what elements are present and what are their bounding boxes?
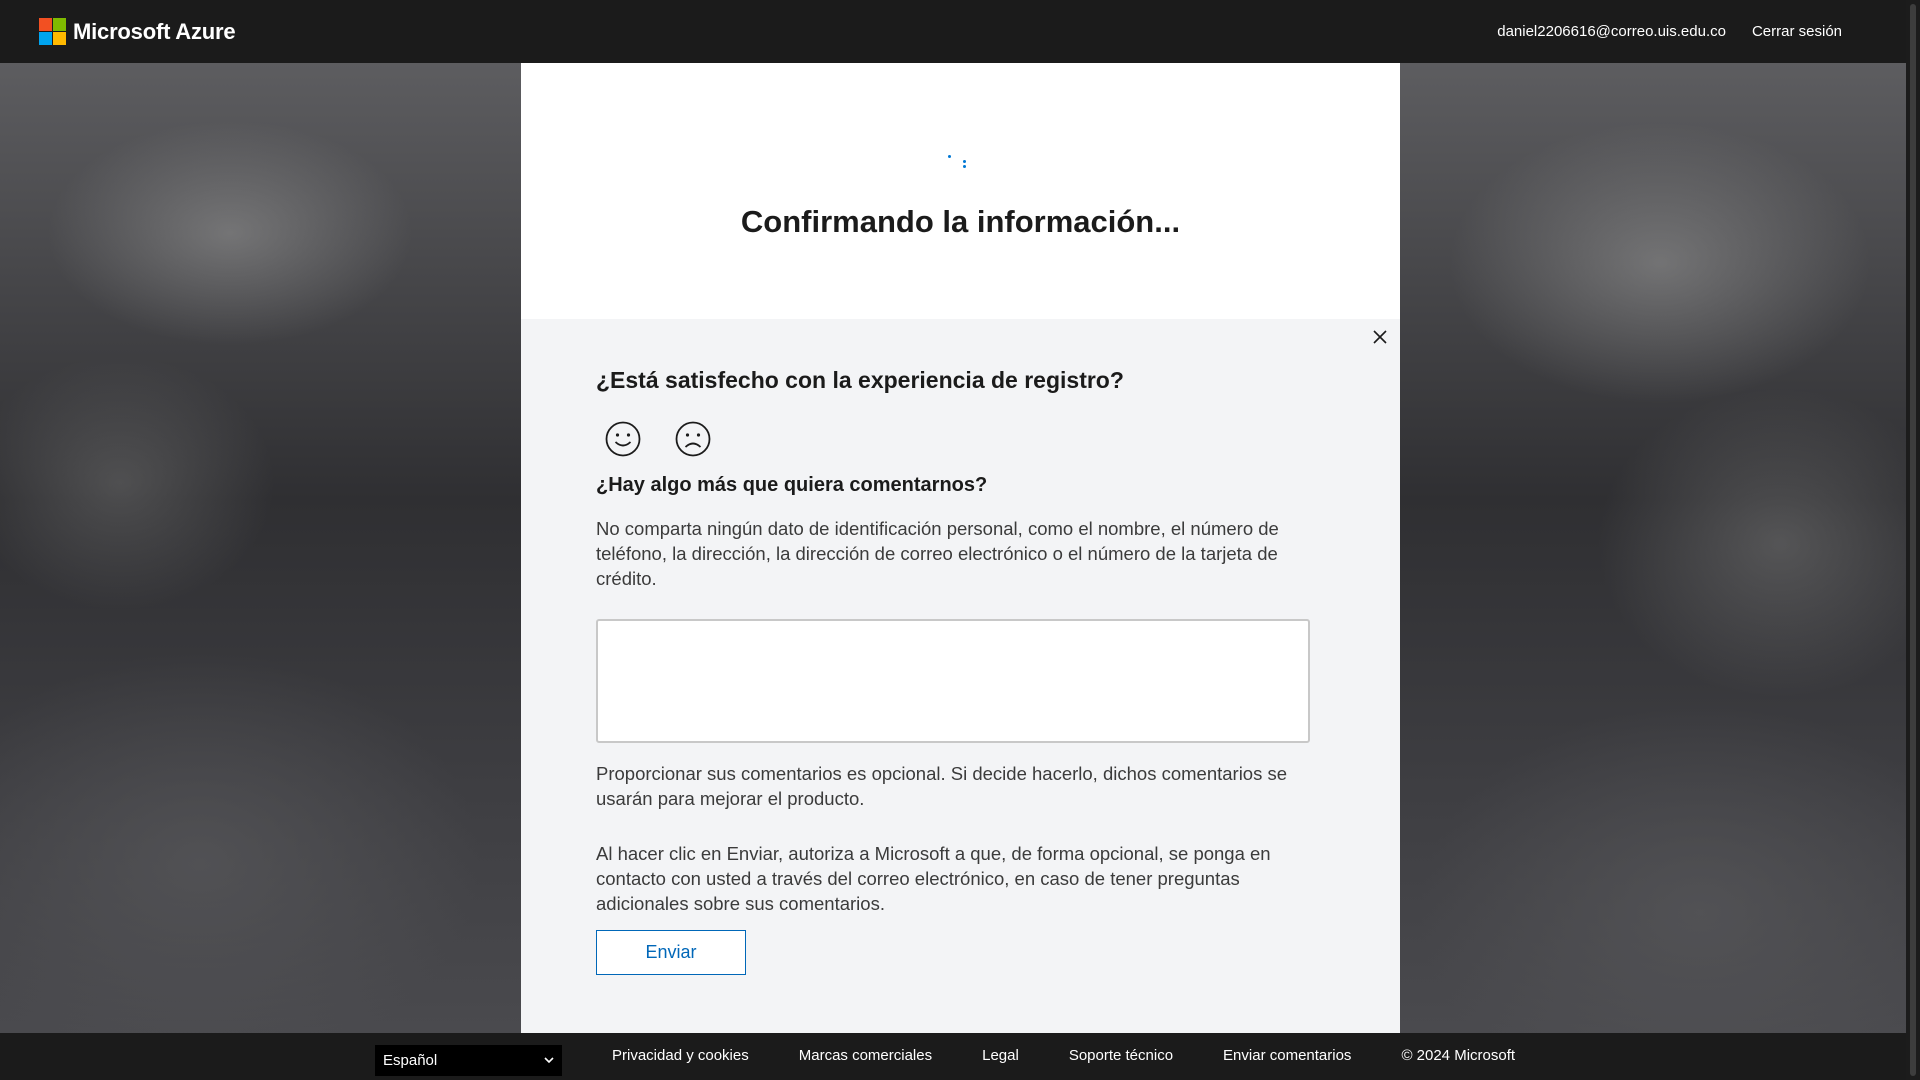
loading-spinner-icon bbox=[941, 155, 971, 175]
footer-link-privacy[interactable]: Privacidad y cookies bbox=[612, 1047, 749, 1064]
rating-options bbox=[604, 420, 712, 458]
footer-link-support[interactable]: Soporte técnico bbox=[1069, 1047, 1173, 1064]
brand[interactable]: Microsoft Azure bbox=[39, 18, 236, 45]
status-panel: Confirmando la información... bbox=[521, 63, 1400, 319]
brand-name: Microsoft Azure bbox=[73, 18, 236, 44]
chevron-down-icon bbox=[544, 1057, 554, 1064]
footer-link-trademarks[interactable]: Marcas comerciales bbox=[799, 1047, 932, 1064]
copyright: © 2024 Microsoft bbox=[1401, 1047, 1516, 1064]
additional-comments-question: ¿Hay algo más que quiera comentarnos? bbox=[596, 474, 988, 496]
footer-link-legal[interactable]: Legal bbox=[982, 1047, 1019, 1064]
top-bar: Microsoft Azure daniel2206616@correo.uis… bbox=[0, 0, 1906, 63]
account-email: daniel2206616@correo.uis.edu.co bbox=[1497, 23, 1726, 40]
close-icon bbox=[1373, 330, 1387, 344]
comment-textarea[interactable] bbox=[596, 619, 1310, 743]
close-feedback-button[interactable] bbox=[1368, 325, 1392, 349]
footer: Español Privacidad y cookies Marcas come… bbox=[0, 1033, 1906, 1080]
footer-link-feedback[interactable]: Enviar comentarios bbox=[1223, 1047, 1351, 1064]
scrollbar-thumb[interactable] bbox=[1910, 4, 1916, 1076]
footer-links: Privacidad y cookies Marcas comerciales … bbox=[612, 1047, 1515, 1064]
smile-icon[interactable] bbox=[604, 420, 642, 458]
microsoft-logo-icon bbox=[39, 18, 66, 45]
send-button[interactable]: Enviar bbox=[596, 930, 746, 975]
page-title: Confirmando la información... bbox=[740, 204, 1181, 239]
privacy-note: No comparta ningún dato de identificació… bbox=[596, 518, 1279, 589]
main-card: Confirmando la información... ¿Está sati… bbox=[521, 63, 1400, 1033]
page-scrollbar[interactable] bbox=[1906, 0, 1920, 1080]
language-select[interactable]: Español bbox=[375, 1045, 562, 1076]
feedback-panel: ¿Está satisfecho con la experiencia de r… bbox=[521, 319, 1400, 1033]
optional-note: Proporcionar sus comentarios es opcional… bbox=[596, 763, 1288, 809]
frown-icon[interactable] bbox=[674, 420, 712, 458]
language-value: Español bbox=[383, 1052, 438, 1069]
satisfaction-question: ¿Está satisfecho con la experiencia de r… bbox=[596, 367, 1124, 393]
consent-note: Al hacer clic en Enviar, autoriza a Micr… bbox=[596, 843, 1271, 914]
signout-link[interactable]: Cerrar sesión bbox=[1752, 23, 1842, 40]
